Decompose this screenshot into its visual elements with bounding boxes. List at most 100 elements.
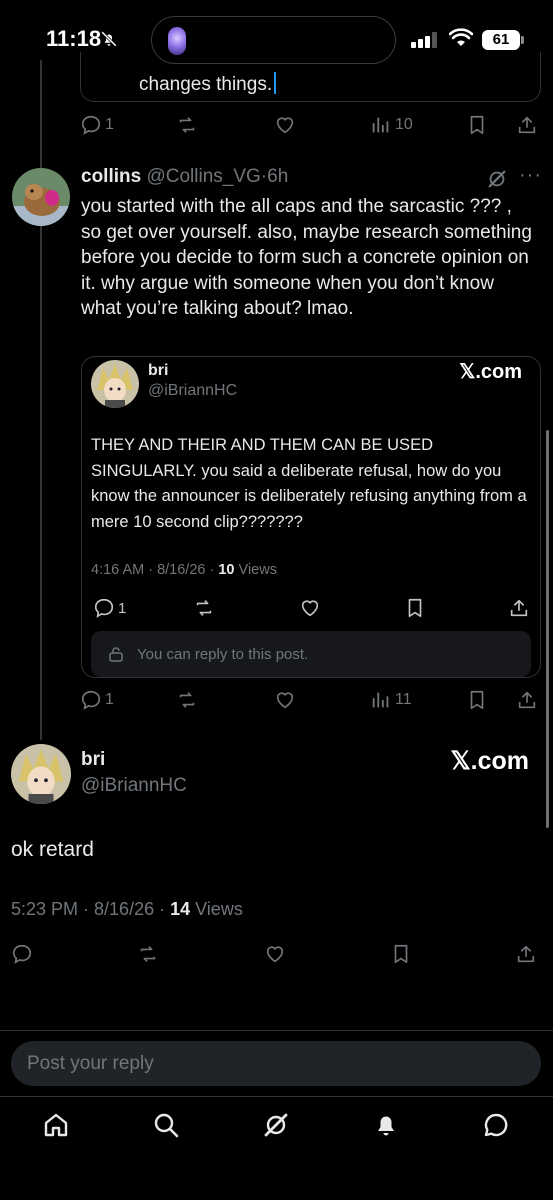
bottom-tab-bar — [0, 1100, 553, 1160]
heart-icon — [301, 600, 319, 617]
share-icon — [518, 691, 536, 709]
bookmark-icon — [470, 690, 484, 710]
bookmark-icon — [394, 944, 408, 964]
author-name[interactable]: bri — [81, 749, 105, 771]
reply-compose-card[interactable]: changes things. — [80, 52, 541, 102]
views-icon — [372, 692, 389, 708]
post-actions-main — [11, 940, 541, 968]
post-timestamp: 5:23 PM · 8/16/26 · — [11, 899, 171, 919]
tab-notifications[interactable] — [371, 1110, 401, 1140]
bookmark-icon — [408, 598, 422, 618]
repost-icon — [140, 946, 156, 962]
views-button[interactable]: 10 — [370, 111, 413, 139]
divider — [0, 1096, 553, 1097]
like-button[interactable] — [264, 940, 286, 968]
author-handle[interactable]: @Collins_VG — [146, 166, 260, 187]
like-button[interactable] — [274, 111, 296, 139]
views-icon — [372, 117, 389, 133]
tab-grok[interactable] — [261, 1110, 291, 1140]
reply-count: 1 — [105, 691, 114, 708]
quoted-author-handle: @iBriannHC — [148, 382, 238, 399]
repost-icon — [179, 692, 195, 708]
share-button[interactable] — [508, 594, 530, 622]
avatar[interactable] — [11, 744, 71, 804]
repost-button[interactable] — [137, 940, 159, 968]
draft-text-value: changes things. — [139, 74, 273, 95]
repost-button[interactable] — [176, 111, 198, 139]
author-handle[interactable]: @iBriannHC — [81, 775, 187, 797]
author-name[interactable]: collins — [81, 166, 141, 187]
anime-avatar-image — [91, 360, 139, 408]
scrollbar[interactable] — [546, 430, 549, 828]
repost-button[interactable] — [193, 594, 215, 622]
quoted-post-timestamp: 4:16 AM · 8/16/26 · — [91, 562, 219, 578]
flashlight-icon — [168, 27, 186, 55]
repost-button[interactable] — [176, 686, 198, 714]
tab-search[interactable] — [151, 1110, 181, 1140]
reply-button[interactable] — [11, 940, 33, 968]
views-count: 14 — [170, 899, 191, 919]
views-button[interactable]: 11 — [370, 686, 412, 714]
like-button[interactable] — [274, 686, 296, 714]
views-count: 10 — [395, 116, 413, 133]
quoted-post-card[interactable]: bri @iBriannHC 𝕏.com THEY AND THEIR AND … — [81, 356, 541, 678]
battery-level: 61 — [482, 30, 520, 50]
reply-input-placeholder: Post your reply — [27, 1053, 154, 1074]
bookmark-button[interactable] — [466, 111, 488, 139]
quoted-views-label: Views — [234, 562, 277, 578]
grok-icon — [264, 1113, 288, 1137]
reply-restriction-text: You can reply to this post. — [137, 646, 309, 663]
reply-count: 1 — [105, 116, 114, 133]
more-options-icon[interactable]: ··· — [519, 165, 541, 190]
views-count: 11 — [395, 691, 412, 708]
reply-icon — [81, 115, 101, 135]
quoted-post-actions: 1 — [91, 594, 531, 618]
post-age: 6h — [267, 166, 289, 187]
tab-home[interactable] — [41, 1110, 71, 1140]
views-label: Views — [190, 899, 243, 919]
wifi-icon — [449, 28, 473, 46]
share-button[interactable] — [515, 940, 537, 968]
clock-time: 11:18 — [46, 26, 102, 51]
share-button[interactable] — [516, 686, 538, 714]
reply-count: 1 — [118, 599, 127, 617]
bookmark-button[interactable] — [390, 940, 412, 968]
grok-icon[interactable] — [486, 168, 508, 190]
post-text: ok retard — [11, 838, 94, 861]
post-actions-top: 1 10 — [80, 111, 545, 139]
reply-button[interactable]: 1 — [80, 686, 114, 714]
anime-avatar-image — [11, 744, 71, 804]
avatar[interactable] — [91, 360, 139, 408]
bookmark-icon — [470, 115, 484, 135]
x-com-watermark: 𝕏.com — [450, 747, 530, 775]
reply-input[interactable]: Post your reply — [11, 1041, 541, 1086]
heart-icon — [276, 692, 294, 709]
post-actions-reply: 1 11 — [80, 686, 545, 714]
quoted-post-text: THEY AND THEIR AND THEM CAN BE USED SING… — [91, 436, 527, 531]
thread-connector-line — [40, 60, 42, 740]
quoted-post-meta: 4:16 AM · 8/16/26 · 10 Views — [91, 562, 277, 578]
post-text: you started with the all caps and the sa… — [81, 196, 532, 320]
reply-button[interactable]: 1 — [80, 111, 114, 139]
cellular-signal-icon — [411, 32, 437, 48]
share-button[interactable] — [516, 111, 538, 139]
quoted-views-count: 10 — [218, 562, 235, 578]
heart-icon — [276, 117, 294, 134]
reply-icon — [94, 598, 114, 618]
reply-icon — [81, 690, 101, 710]
reply-button[interactable]: 1 — [93, 594, 126, 622]
dog-avatar-image — [12, 168, 70, 226]
heart-icon — [266, 946, 284, 963]
divider — [0, 1030, 553, 1031]
notifications-icon — [378, 1116, 394, 1136]
like-button[interactable] — [299, 594, 321, 622]
battery-nub — [521, 36, 524, 44]
bookmark-button[interactable] — [466, 686, 488, 714]
text-caret — [274, 72, 277, 94]
reply-icon — [12, 944, 32, 964]
share-icon — [510, 599, 528, 617]
bookmark-button[interactable] — [404, 594, 426, 622]
avatar[interactable] — [12, 168, 70, 226]
tab-messages[interactable] — [481, 1110, 511, 1140]
search-icon — [154, 1113, 179, 1138]
